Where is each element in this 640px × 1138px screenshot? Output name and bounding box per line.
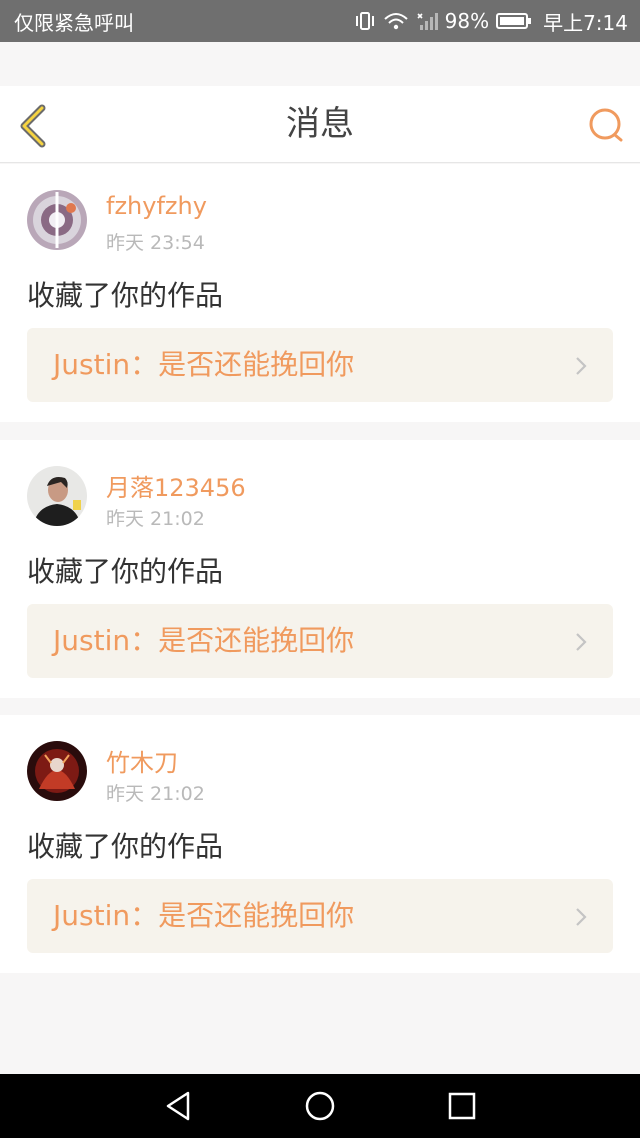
home-circle-icon	[305, 1091, 335, 1121]
work-link[interactable]: Justin：是否还能挽回你	[27, 879, 613, 953]
username[interactable]: fzhyfzhy	[106, 192, 207, 220]
nav-back-button[interactable]	[160, 1088, 196, 1124]
action-text: 收藏了你的作品	[27, 279, 224, 312]
title-bar: 消息	[0, 86, 640, 163]
action-text: 收藏了你的作品	[27, 555, 224, 588]
clock: 早上7:14	[543, 10, 628, 35]
status-icons: 98% 早上7:14	[354, 7, 640, 36]
nav-home-button[interactable]	[302, 1088, 338, 1124]
avatar[interactable]	[27, 190, 87, 250]
chevron-right-icon	[576, 633, 587, 651]
carrier-text: 仅限紧急呼叫	[14, 10, 134, 35]
avatar[interactable]	[27, 466, 87, 526]
search-button[interactable]	[586, 106, 626, 146]
nav-recents-button[interactable]	[444, 1088, 480, 1124]
vibrate-icon	[354, 11, 376, 31]
work-link[interactable]: Justin：是否还能挽回你	[27, 604, 613, 678]
message-card: fzhyfzhy 昨天 23:54 收藏了你的作品 Justin：是否还能挽回你	[0, 164, 640, 422]
battery-icon	[496, 12, 532, 30]
timestamp: 昨天 23:54	[106, 232, 205, 254]
battery-percent: 98%	[444, 9, 490, 33]
chevron-right-icon	[576, 908, 587, 926]
work-title: Justin：是否还能挽回你	[53, 348, 355, 381]
work-title: Justin：是否还能挽回你	[53, 899, 355, 932]
chevron-left-icon	[20, 104, 46, 148]
action-text: 收藏了你的作品	[27, 830, 224, 863]
page-title: 消息	[286, 104, 354, 144]
signal-icon	[416, 11, 438, 31]
status-bar: 仅限紧急呼叫 98% 早上7:14	[0, 0, 640, 42]
work-link[interactable]: Justin：是否还能挽回你	[27, 328, 613, 402]
username[interactable]: 月落123456	[106, 468, 246, 503]
navigation-bar	[0, 1074, 640, 1138]
search-icon	[589, 108, 623, 142]
work-title: Justin：是否还能挽回你	[53, 624, 355, 657]
back-triangle-icon	[166, 1091, 190, 1121]
avatar[interactable]	[27, 741, 87, 801]
message-card: 竹木刀 昨天 21:02 收藏了你的作品 Justin：是否还能挽回你	[0, 715, 640, 973]
chevron-right-icon	[576, 357, 587, 375]
timestamp: 昨天 21:02	[106, 508, 205, 530]
back-button[interactable]	[14, 104, 54, 148]
message-card: 月落123456 昨天 21:02 收藏了你的作品 Justin：是否还能挽回你	[0, 440, 640, 698]
wifi-icon	[383, 11, 409, 31]
recents-square-icon	[448, 1092, 476, 1120]
username[interactable]: 竹木刀	[106, 743, 178, 778]
timestamp: 昨天 21:02	[106, 783, 205, 805]
